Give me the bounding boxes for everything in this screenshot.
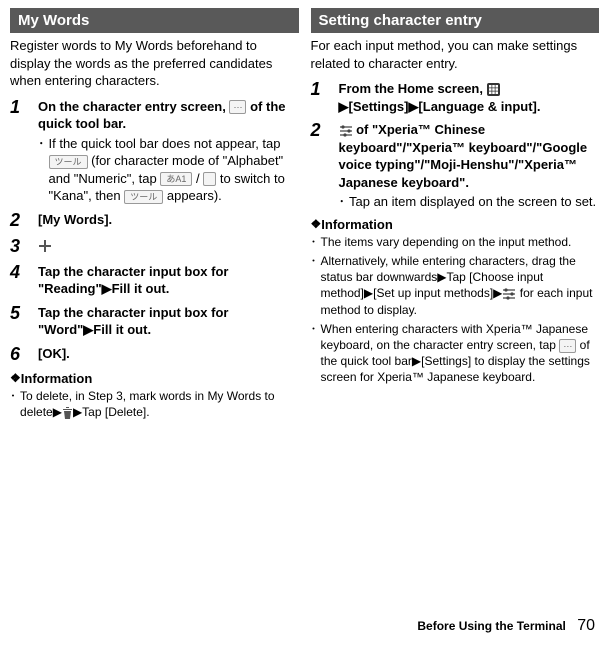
right-info-2: ･ Alternatively, while entering characte… — [311, 253, 600, 318]
step-6: 6 [OK]. — [10, 345, 299, 365]
r-step-2-sub: ･ Tap an item displayed on the screen to… — [339, 193, 600, 211]
my-words-intro: Register words to My Words beforehand to… — [10, 37, 299, 90]
step-5-title: Tap the character input box for "Word"▶F… — [38, 304, 299, 339]
right-column: Setting character entry For each input m… — [311, 8, 600, 423]
bullet-icon: ･ — [311, 234, 317, 250]
right-info-1: ･ The items vary depending on the input … — [311, 234, 600, 250]
tool-key-icon: ツール — [49, 155, 88, 169]
info-heading-left: ❖Information — [10, 371, 299, 386]
step-number: 2 — [311, 121, 329, 211]
r-step-2: 2 of "Xperia™ Chinese keyboard"/"Xperia™… — [311, 121, 600, 211]
r-step-1: 1 From the Home screen, ▶[Settings]▶[Lan… — [311, 80, 600, 115]
bullet-icon: ･ — [10, 388, 16, 420]
apps-grid-icon — [487, 81, 500, 96]
right-info-3: ･ When entering characters with Xperia™ … — [311, 321, 600, 386]
step-3: 3 — [10, 237, 299, 257]
step-number: 1 — [10, 98, 28, 205]
step-2: 2 [My Words]. — [10, 211, 299, 231]
page-footer: Before Using the Terminal 70 — [417, 617, 595, 635]
r-step-2-title: of "Xperia™ Chinese keyboard"/"Xperia™ k… — [339, 122, 588, 190]
trash-icon — [62, 405, 73, 419]
step-1: 1 On the character entry screen, ⋯ of th… — [10, 98, 299, 205]
footer-label: Before Using the Terminal — [417, 619, 565, 633]
step-number: 5 — [10, 304, 28, 339]
kana-key-icon: あA1 — [160, 172, 192, 186]
setting-header: Setting character entry — [311, 8, 600, 33]
page-number: 70 — [577, 617, 595, 634]
step-body: On the character entry screen, ⋯ of the … — [38, 98, 299, 205]
step-number: 2 — [10, 211, 28, 231]
bullet-icon: ･ — [311, 253, 317, 318]
right-info-3-text: When entering characters with Xperia™ Ja… — [321, 321, 599, 386]
right-info-2-text: Alternatively, while entering characters… — [321, 253, 599, 318]
bullet-icon: ･ — [38, 135, 45, 205]
left-column: My Words Register words to My Words befo… — [10, 8, 299, 423]
tool-key-icon-2: ツール — [124, 190, 163, 204]
r-step-1-body: From the Home screen, ▶[Settings]▶[Langu… — [339, 80, 600, 115]
my-words-header: My Words — [10, 8, 299, 33]
step-1-sub: ･ If the quick tool bar does not appear,… — [38, 135, 299, 205]
info-heading-right: ❖Information — [311, 217, 600, 232]
step-number: 4 — [10, 263, 28, 298]
diamond-icon: ❖ — [311, 217, 322, 231]
page-content: My Words Register words to My Words befo… — [0, 0, 609, 463]
bullet-icon: ･ — [339, 193, 346, 211]
r-step-2-body: of "Xperia™ Chinese keyboard"/"Xperia™ k… — [339, 121, 600, 211]
step-2-title: [My Words]. — [38, 211, 299, 231]
step-1-sub-text: If the quick tool bar does not appear, t… — [49, 135, 299, 205]
menu-dots-icon: ⋯ — [559, 339, 576, 353]
menu-dots-icon: ⋯ — [229, 100, 246, 114]
step-number: 6 — [10, 345, 28, 365]
left-info-1: ･ To delete, in Step 3, mark words in My… — [10, 388, 299, 420]
step-4-title: Tap the character input box for "Reading… — [38, 263, 299, 298]
setting-intro: For each input method, you can make sett… — [311, 37, 600, 72]
step-5: 5 Tap the character input box for "Word"… — [10, 304, 299, 339]
bullet-icon: ･ — [311, 321, 317, 386]
step-4: 4 Tap the character input box for "Readi… — [10, 263, 299, 298]
mode-key-icon — [203, 172, 216, 186]
step-number: 3 — [10, 237, 28, 257]
step-number: 1 — [311, 80, 329, 115]
step-1-title-a: On the character entry screen, — [38, 99, 229, 114]
step-6-title: [OK]. — [38, 345, 299, 365]
sliders-icon — [502, 286, 516, 300]
diamond-icon: ❖ — [10, 371, 21, 385]
plus-icon — [38, 237, 299, 257]
left-info-1-text: To delete, in Step 3, mark words in My W… — [20, 388, 298, 420]
sliders-icon — [339, 122, 353, 137]
